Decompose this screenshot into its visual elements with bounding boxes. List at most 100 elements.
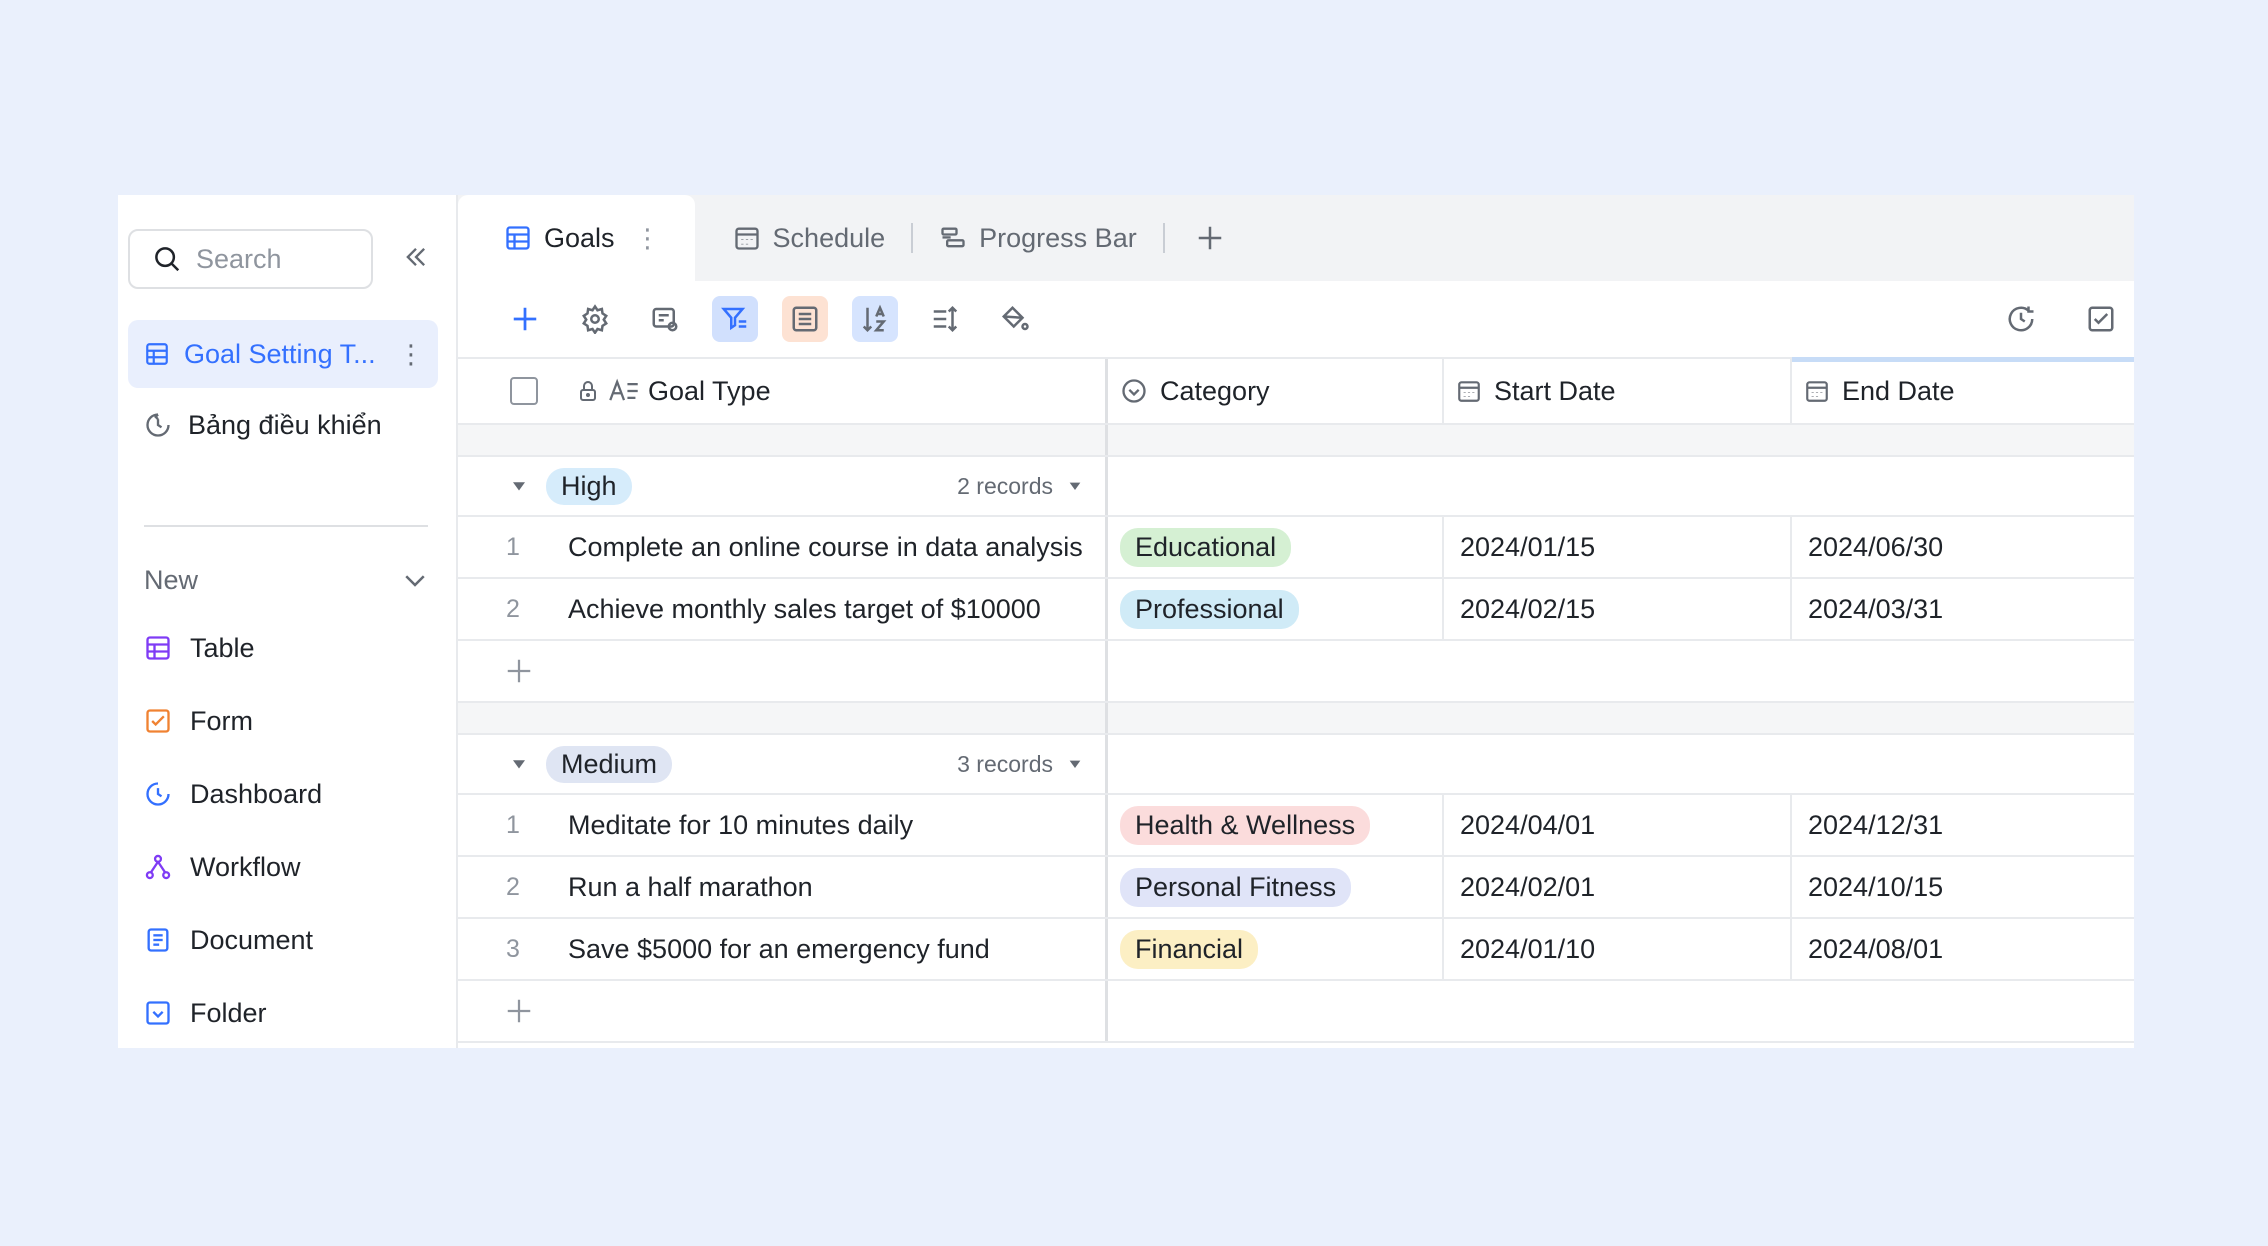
add-row[interactable] xyxy=(458,981,2134,1043)
fill-color-button[interactable] xyxy=(992,296,1038,342)
header-start-date[interactable]: Start Date xyxy=(1444,359,1792,423)
table-row[interactable]: 2 Achieve monthly sales target of $10000… xyxy=(458,579,2134,641)
search-input[interactable]: Search xyxy=(128,229,373,289)
group-count[interactable]: 3 records xyxy=(957,751,1083,778)
category-pill[interactable]: Personal Fitness xyxy=(1120,867,1352,907)
new-workflow-item[interactable]: Workflow xyxy=(144,837,301,897)
start-date-cell[interactable]: 2024/02/15 xyxy=(1460,594,1595,625)
group-header-high[interactable]: High 2 records xyxy=(458,457,2134,517)
group-gap xyxy=(458,703,2134,735)
history-icon xyxy=(2008,306,2034,332)
caret-down-icon[interactable] xyxy=(510,477,528,495)
header-end-date[interactable]: End Date xyxy=(1792,357,2134,423)
column-label: End Date xyxy=(1842,375,1955,406)
end-date-cell[interactable]: 2024/03/31 xyxy=(1808,594,1943,625)
add-record-button[interactable] xyxy=(502,296,548,342)
more-icon[interactable]: ⋮ xyxy=(635,223,661,254)
settings-button[interactable] xyxy=(572,296,618,342)
table-row[interactable]: 2 Run a half marathon Personal Fitness 2… xyxy=(458,857,2134,919)
new-section-header[interactable]: New xyxy=(144,550,430,610)
data-grid: Goal Type Category Start Date End Date H… xyxy=(458,357,2134,1043)
sidebar-item-goal-setting[interactable]: Goal Setting T... ⋮ xyxy=(128,320,438,388)
form-icon xyxy=(146,709,170,733)
group-tag: High xyxy=(546,467,632,505)
category-pill[interactable]: Educational xyxy=(1120,527,1292,567)
new-item-label: Document xyxy=(190,924,314,955)
history-button[interactable] xyxy=(1998,296,2044,342)
dashboard-icon xyxy=(146,413,170,437)
new-label: New xyxy=(144,564,199,595)
goal-cell[interactable]: Run a half marathon xyxy=(568,872,813,903)
end-date-cell[interactable]: 2024/08/01 xyxy=(1808,934,1943,965)
column-label: Goal Type xyxy=(648,375,771,406)
sidebar: Search Goal Setting T... ⋮ Bảng điều khi… xyxy=(118,195,458,1048)
search-icon xyxy=(155,247,180,272)
sort-button[interactable] xyxy=(852,296,898,342)
group-header-medium[interactable]: Medium 3 records xyxy=(458,735,2134,795)
caret-down-icon xyxy=(1069,760,1081,768)
single-select-icon xyxy=(1122,379,1146,403)
row-index: 2 xyxy=(506,872,520,901)
row-height-button[interactable] xyxy=(922,296,968,342)
category-pill[interactable]: Professional xyxy=(1120,589,1299,629)
filter-button[interactable] xyxy=(712,296,758,342)
table-icon xyxy=(146,636,170,660)
table-row[interactable]: 3 Save $5000 for an emergency fund Finan… xyxy=(458,919,2134,981)
tab-schedule[interactable]: Schedule xyxy=(695,195,912,281)
column-label: Start Date xyxy=(1494,375,1616,406)
new-item-label: Folder xyxy=(190,997,267,1028)
tasks-button[interactable] xyxy=(2078,296,2124,342)
table-row[interactable]: 1 Meditate for 10 minutes daily Health &… xyxy=(458,795,2134,857)
end-date-cell[interactable]: 2024/12/31 xyxy=(1808,810,1943,841)
new-folder-item[interactable]: Folder xyxy=(144,983,267,1043)
sidebar-item-dashboard[interactable]: Bảng điều khiển xyxy=(144,395,382,455)
caret-down-icon xyxy=(1069,482,1081,490)
add-view-button[interactable] xyxy=(1165,195,1255,281)
paint-bucket-icon xyxy=(1001,305,1029,331)
document-icon xyxy=(147,928,169,952)
caret-down-icon[interactable] xyxy=(510,755,528,773)
goal-cell[interactable]: Achieve monthly sales target of $10000 xyxy=(568,594,1041,625)
start-date-cell[interactable]: 2024/01/15 xyxy=(1460,532,1595,563)
goal-cell[interactable]: Save $5000 for an emergency fund xyxy=(568,934,990,965)
tab-label: Schedule xyxy=(772,222,886,253)
double-chevron-left-icon xyxy=(406,248,425,266)
new-dashboard-item[interactable]: Dashboard xyxy=(144,764,322,824)
plus-icon xyxy=(1198,226,1221,250)
table-icon xyxy=(506,226,530,250)
text-field-icon xyxy=(609,378,638,401)
end-date-cell[interactable]: 2024/06/30 xyxy=(1808,532,1943,563)
header-category[interactable]: Category xyxy=(1108,359,1444,423)
add-row[interactable] xyxy=(458,641,2134,703)
toolbar xyxy=(458,281,2134,357)
plus-icon[interactable] xyxy=(504,656,534,686)
group-gap xyxy=(458,425,2134,457)
start-date-cell[interactable]: 2024/02/01 xyxy=(1460,872,1595,903)
tab-goals[interactable]: Goals ⋮ xyxy=(458,195,695,281)
gantt-icon xyxy=(941,227,965,248)
row-index: 1 xyxy=(506,532,520,561)
field-settings-button[interactable] xyxy=(642,296,688,342)
header-goal-type[interactable]: Goal Type xyxy=(458,359,1108,423)
table-icon xyxy=(146,343,168,365)
new-document-item[interactable]: Document xyxy=(144,910,313,970)
new-table-item[interactable]: Table xyxy=(144,618,255,678)
new-item-label: Form xyxy=(190,705,253,736)
dashboard-icon xyxy=(146,782,170,806)
group-button[interactable] xyxy=(782,296,828,342)
table-row[interactable]: 1 Complete an online course in data anal… xyxy=(458,517,2134,579)
start-date-cell[interactable]: 2024/01/10 xyxy=(1460,934,1595,965)
tab-progress-bar[interactable]: Progress Bar xyxy=(913,195,1163,281)
more-icon[interactable]: ⋮ xyxy=(396,339,426,370)
select-all-checkbox[interactable] xyxy=(510,377,538,405)
category-pill[interactable]: Financial xyxy=(1120,929,1259,969)
collapse-sidebar-button[interactable] xyxy=(398,239,434,275)
end-date-cell[interactable]: 2024/10/15 xyxy=(1808,872,1943,903)
goal-cell[interactable]: Meditate for 10 minutes daily xyxy=(568,810,913,841)
plus-icon[interactable] xyxy=(504,996,534,1026)
new-form-item[interactable]: Form xyxy=(144,691,253,751)
group-count[interactable]: 2 records xyxy=(957,473,1083,500)
goal-cell[interactable]: Complete an online course in data analys… xyxy=(568,532,1083,563)
category-pill[interactable]: Health & Wellness xyxy=(1120,805,1371,845)
start-date-cell[interactable]: 2024/04/01 xyxy=(1460,810,1595,841)
